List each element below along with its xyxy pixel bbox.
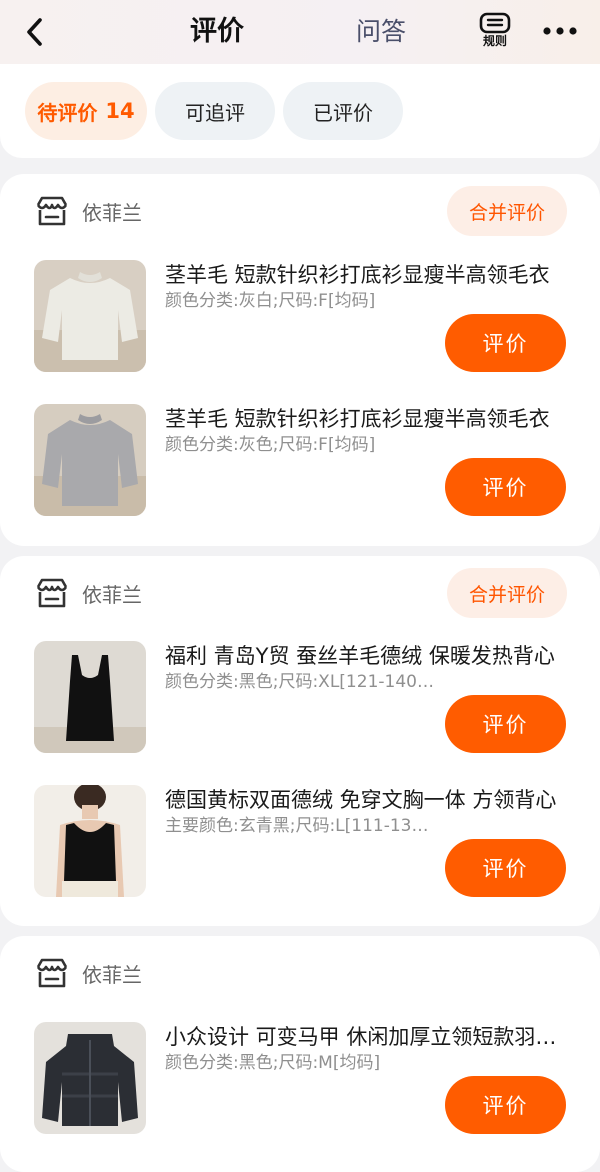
shop-header[interactable]: 依菲兰 [34,194,142,228]
review-button[interactable]: 评价 [445,1076,566,1134]
shop-name: 依菲兰 [82,200,142,225]
product-title[interactable]: 德国黄标双面德绒 免穿文胸一体 方领背心 [165,785,557,815]
store-icon [36,958,68,988]
product-spec: 颜色分类:黑色;尺码:M[均码] [165,1053,381,1073]
review-button[interactable]: 评价 [445,839,566,897]
product-spec: 主要颜色:玄青黑;尺码:L[111-130斤] [165,816,435,836]
product-image[interactable] [34,404,146,516]
product-title[interactable]: 茎羊毛 短款针织衫打底衫显瘦半高领毛衣 [165,260,557,290]
rules-icon [479,12,511,34]
review-button[interactable]: 评价 [445,695,566,753]
more-dots-icon [543,27,577,35]
pending-count-badge: 14 [105,99,135,123]
chevron-left-icon [27,18,42,46]
back-button[interactable] [20,14,50,50]
shop-header[interactable]: 依菲兰 [34,576,142,610]
product-spec: 颜色分类:灰色;尺码:F[均码] [165,435,376,455]
store-icon [36,196,68,226]
order-item: 茎羊毛 短款针织衫打底衫显瘦半高领毛衣 颜色分类:灰白;尺码:F[均码] 评价 [0,260,600,374]
order-card: 依菲兰 小众设计 可变马甲 休闲加厚立领短款羽绒服 颜色分类:黑色;尺码:M[均… [0,936,600,1172]
order-card: 依菲兰 合并评价 茎羊毛 短款针织衫打底衫显瘦半高领毛衣 颜色分类:灰白;尺码:… [0,174,600,546]
filter-chip-followup[interactable]: 可追评 [155,82,275,140]
product-spec: 颜色分类:黑色;尺码:XL[121-140斤] [165,672,435,692]
review-button[interactable]: 评价 [445,314,566,372]
product-spec: 颜色分类:灰白;尺码:F[均码] [165,291,376,311]
merge-review-button[interactable]: 合并评价 [447,186,567,236]
shop-header[interactable]: 依菲兰 [34,956,142,990]
product-image[interactable] [34,1022,146,1134]
more-button[interactable] [540,16,580,46]
filter-bar: 待评价 14 可追评 已评价 [0,64,600,158]
filter-chip-pending-label: 待评价 [37,100,98,125]
store-icon [36,578,68,608]
order-item: 德国黄标双面德绒 免穿文胸一体 方领背心 主要颜色:玄青黑;尺码:L[111-1… [0,785,600,899]
order-card: 依菲兰 合并评价 福利 青岛Y贸 蚕丝羊毛德绒 保暖发热背心 颜色分类:黑色;尺… [0,556,600,926]
order-item: 小众设计 可变马甲 休闲加厚立领短款羽绒服 颜色分类:黑色;尺码:M[均码] 评… [0,1022,600,1136]
shop-name: 依菲兰 [82,582,142,607]
tab-qa[interactable]: 问答 [356,12,406,52]
order-item: 茎羊毛 短款针织衫打底衫显瘦半高领毛衣 颜色分类:灰色;尺码:F[均码] 评价 [0,404,600,518]
order-item: 福利 青岛Y贸 蚕丝羊毛德绒 保暖发热背心 颜色分类:黑色;尺码:XL[121-… [0,641,600,755]
top-nav-bar: 评价 问答 规则 [0,0,600,64]
product-title[interactable]: 小众设计 可变马甲 休闲加厚立领短款羽绒服 [165,1022,557,1052]
filter-chip-reviewed[interactable]: 已评价 [283,82,403,140]
rules-label: 规则 [482,34,507,48]
review-button[interactable]: 评价 [445,458,566,516]
tab-review[interactable]: 评价 [190,12,244,52]
product-title[interactable]: 福利 青岛Y贸 蚕丝羊毛德绒 保暖发热背心 [165,641,557,671]
shop-name: 依菲兰 [82,962,142,987]
merge-review-button[interactable]: 合并评价 [447,568,567,618]
rules-button[interactable]: 规则 [476,12,514,52]
product-image[interactable] [34,785,146,897]
filter-chip-pending[interactable]: 待评价 14 [25,82,147,140]
product-image[interactable] [34,260,146,372]
product-image[interactable] [34,641,146,753]
product-title[interactable]: 茎羊毛 短款针织衫打底衫显瘦半高领毛衣 [165,404,557,434]
